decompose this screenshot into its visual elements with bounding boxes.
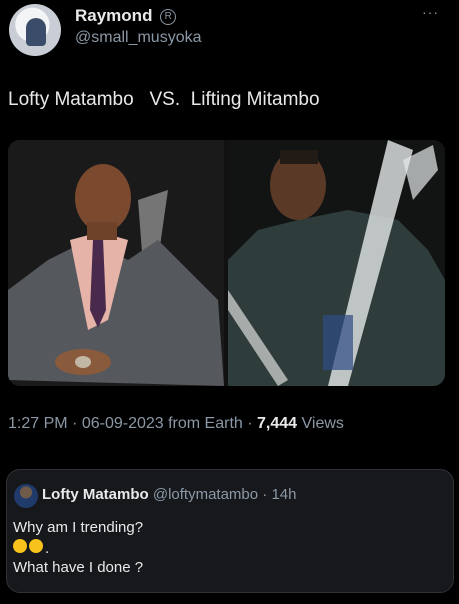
quote-separator: ·	[258, 486, 272, 503]
photo-man-in-jacket-art	[228, 140, 445, 386]
quote-avatar[interactable]	[14, 484, 38, 508]
meta-separator-1: ·	[67, 415, 82, 432]
views-label: Views	[297, 415, 344, 432]
user-handle[interactable]: @small_musyoka	[75, 29, 202, 47]
tweet-meta: 1:27 PM · 06-09-2023 from Earth · 7,444 …	[8, 415, 344, 433]
meta-separator-2: ·	[242, 415, 258, 432]
grinning-emoji-icon	[29, 539, 43, 553]
tweet-text: Lofty Matambo VS. Lifting Mitambo	[8, 89, 320, 110]
tweet-media[interactable]	[8, 140, 445, 386]
tweet-time[interactable]: 1:27 PM	[8, 415, 68, 432]
display-name-text: Raymond	[75, 6, 153, 25]
more-options-icon[interactable]: ···	[422, 4, 439, 20]
display-name[interactable]: Raymond R	[75, 6, 177, 26]
quote-display-name: Lofty Matambo	[42, 486, 149, 503]
quote-line-2: .	[13, 539, 49, 557]
photo-suited-man[interactable]	[8, 140, 224, 386]
avatar[interactable]	[9, 4, 61, 56]
quote-line-1: Why am I trending?	[13, 519, 144, 536]
tweet-source: from Earth	[163, 415, 243, 432]
photo-suited-man-art	[8, 140, 224, 386]
quote-author[interactable]: Lofty Matambo @loftymatambo · 14h	[42, 486, 296, 503]
quote-line-2-suffix: .	[45, 540, 50, 557]
photo-man-in-jacket[interactable]	[228, 140, 445, 386]
grinning-emoji-icon	[13, 539, 27, 553]
quoted-tweet[interactable]: Lofty Matambo @loftymatambo · 14h Why am…	[6, 469, 454, 593]
registered-badge-icon: R	[160, 9, 177, 25]
quote-age: 14h	[271, 486, 297, 503]
quote-line-3: What have I done ?	[13, 559, 144, 576]
quote-handle: @loftymatambo	[152, 486, 259, 503]
views-count: 7,444	[257, 415, 298, 432]
tweet-date[interactable]: 06-09-2023	[82, 415, 164, 432]
avatar-figure	[26, 18, 46, 46]
tweet: Raymond R @small_musyoka ··· Lofty Matam…	[0, 0, 459, 452]
